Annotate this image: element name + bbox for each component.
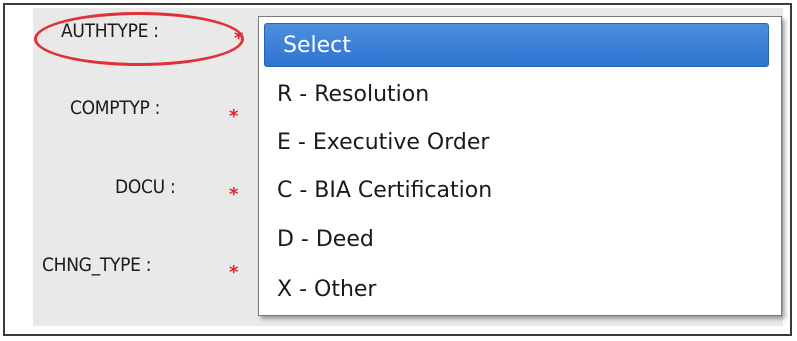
comptyp-required-marker: * (229, 106, 239, 127)
chng-type-label: CHNG_TYPE : (42, 254, 152, 276)
option-resolution[interactable]: R - Resolution (259, 73, 781, 117)
authtype-highlight-ellipse (34, 12, 244, 66)
option-deed[interactable]: D - Deed (259, 218, 781, 262)
option-select[interactable]: Select (264, 23, 769, 67)
option-other[interactable]: X - Other (259, 268, 781, 312)
authtype-dropdown-list[interactable]: Select R - Resolution E - Executive Orde… (258, 16, 782, 316)
docu-label: DOCU : (115, 176, 176, 198)
chng-type-required-marker: * (229, 262, 239, 283)
comptyp-label: COMPTYP : (70, 97, 161, 119)
docu-required-marker: * (229, 184, 239, 205)
option-bia-certification[interactable]: C - BIA Certification (259, 169, 781, 213)
option-executive-order[interactable]: E - Executive Order (259, 121, 781, 165)
